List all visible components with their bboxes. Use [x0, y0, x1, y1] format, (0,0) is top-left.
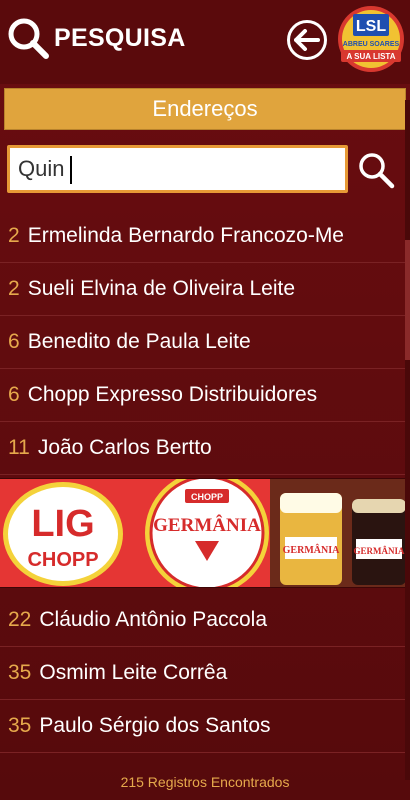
search-button[interactable] — [356, 150, 396, 190]
app-logo: LSL ABREU SOARES A SUA LISTA — [338, 6, 404, 72]
list-item[interactable]: 35 Osmim Leite Corrêa — [0, 647, 406, 700]
logo-line2: A SUA LISTA — [346, 52, 395, 61]
item-name: Ermelinda Bernardo Francozo-Me — [27, 224, 344, 247]
result-list-continued: 22 Cláudio Antônio Paccola 35 Osmim Leite … — [0, 594, 406, 753]
logo-line1: ABREU SOARES — [343, 41, 400, 48]
banner-brand3: CHOPP — [191, 492, 223, 502]
ad-banner[interactable]: LIG CHOPP CHOPP GERMÂNIA GERMÂNIA GERMÂN… — [0, 478, 406, 588]
banner-brand4: GERMÂNIA — [153, 514, 261, 536]
list-item[interactable]: 35 Paulo Sérgio dos Santos — [0, 700, 406, 753]
record-count: 215 Registros Encontrados — [120, 774, 290, 790]
search-icon — [8, 18, 49, 59]
page-title: PESQUISA — [54, 24, 186, 52]
header: PESQUISA LSL ABREU SOARES A SUA LISTA — [0, 0, 410, 84]
ad-banner-art: LIG CHOPP CHOPP GERMÂNIA GERMÂNIA GERMÂN… — [0, 479, 406, 587]
list-item[interactable]: 22 Cláudio Antônio Paccola — [0, 594, 406, 647]
svg-text:GERMÂNIA: GERMÂNIA — [283, 544, 340, 556]
scrollbar-track[interactable] — [405, 100, 410, 780]
search-field[interactable] — [7, 145, 348, 193]
banner-brand1: LIG — [31, 503, 94, 545]
item-number: 35 — [8, 661, 32, 684]
item-number: 11 — [8, 436, 30, 459]
item-number: 6 — [8, 330, 20, 353]
item-number: 6 — [8, 383, 20, 406]
item-name: Chopp Expresso Distribuidores — [27, 383, 318, 406]
item-number: 22 — [8, 608, 32, 631]
list-item[interactable]: 6 Benedito de Paula Leite — [0, 316, 406, 369]
list-item[interactable]: 2 Sueli Elvina de Oliveira Leite — [0, 263, 406, 316]
item-number: 2 — [8, 224, 20, 247]
item-number: 35 — [8, 714, 32, 737]
item-name: Osmim Leite Corrêa — [39, 661, 228, 684]
text-caret — [70, 156, 72, 184]
result-list: 2 Ermelinda Bernardo Francozo-Me 2 Sueli E… — [0, 210, 406, 475]
item-name: Sueli Elvina de Oliveira Leite — [27, 277, 295, 300]
section-header: Endereços — [4, 88, 406, 130]
list-item[interactable]: 2 Ermelinda Bernardo Francozo-Me — [0, 210, 406, 263]
item-name: Cláudio Antônio Paccola — [39, 608, 268, 631]
list-item[interactable]: 11 João Carlos Bertto — [0, 422, 406, 475]
search-input[interactable] — [10, 148, 345, 190]
item-number: 2 — [8, 277, 20, 300]
item-name: Paulo Sérgio dos Santos — [39, 714, 271, 737]
arrow-left-icon — [294, 29, 320, 51]
item-name: Benedito de Paula Leite — [27, 330, 251, 353]
back-button[interactable] — [287, 20, 327, 60]
banner-brand2: CHOPP — [27, 549, 98, 571]
scrollbar-thumb[interactable] — [405, 240, 410, 360]
list-item[interactable]: 6 Chopp Expresso Distribuidores — [0, 369, 406, 422]
svg-text:GERMÂNIA: GERMÂNIA — [354, 546, 405, 556]
svg-text:LSL: LSL — [356, 18, 386, 35]
item-name: João Carlos Bertto — [37, 436, 212, 459]
app-root: PESQUISA LSL ABREU SOARES A SUA LISTA En… — [0, 0, 410, 800]
